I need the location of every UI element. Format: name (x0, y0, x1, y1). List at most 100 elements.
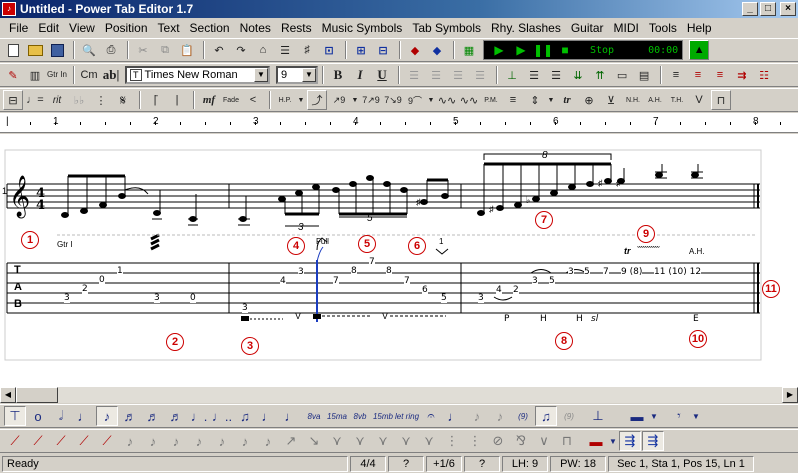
tab-note[interactable]: 9 (8) (621, 268, 643, 277)
downstroke-arrow-button[interactable]: ⊓ (556, 431, 578, 451)
paste-button[interactable]: 📋 (177, 40, 197, 60)
tab-note[interactable]: 1 (117, 267, 123, 276)
slide-up-button[interactable]: ⟋ (4, 431, 26, 451)
tab-note[interactable]: 7 (404, 277, 410, 286)
whole-note-button[interactable]: o (27, 406, 49, 426)
dal-segno-button[interactable]: 𝄋 (113, 90, 133, 110)
print-preview-button[interactable]: 🔍 (79, 40, 99, 60)
cut-button[interactable]: ✂ (133, 40, 153, 60)
slide-in-button[interactable]: ⟋ (27, 431, 49, 451)
slide-out-down-button[interactable]: 9⌒ (405, 90, 425, 110)
menu-text[interactable]: Text (153, 21, 185, 35)
chord-name-button[interactable]: Cm (79, 65, 99, 85)
lines-button[interactable]: ≡ (666, 65, 686, 85)
horizontal-scrollbar[interactable]: ◀ ▶ (0, 387, 798, 403)
double-tremolo-button[interactable]: ⅋ (510, 431, 532, 451)
slide-out-up-button[interactable]: ⟋ (50, 431, 72, 451)
ritardando-button[interactable]: rit (47, 90, 67, 110)
tab-note[interactable]: 4 (280, 277, 286, 286)
guitar-setup-button[interactable]: ☰ (275, 40, 295, 60)
slide-into-button[interactable]: 7↗9 (361, 90, 381, 110)
open-button[interactable] (25, 40, 45, 60)
bold-button[interactable]: B (328, 65, 348, 85)
tie-button[interactable]: ♫ (234, 406, 256, 426)
scroll-right-icon[interactable]: ▶ (782, 387, 798, 403)
8vb-button[interactable]: 8vb (349, 406, 371, 426)
natural-harmonic-button[interactable]: N.H. (623, 90, 643, 110)
tab-note[interactable]: 7 (603, 268, 609, 277)
tab-note[interactable]: 6 (422, 286, 428, 295)
undo-button[interactable]: ↶ (209, 40, 229, 60)
barline-button[interactable]: |̄ (145, 90, 165, 110)
dynamic-button[interactable]: ◆ (427, 40, 447, 60)
palm-mute-button[interactable]: P.M. (481, 90, 501, 110)
align-left-button[interactable]: ☰ (404, 65, 424, 85)
grace-note-button[interactable]: ♪ (466, 406, 488, 426)
tab-note[interactable]: 11 (10) 12 (654, 268, 702, 277)
zoom-button[interactable]: ⊞ (351, 40, 371, 60)
guitar-in-button[interactable]: Gtr In (47, 65, 67, 85)
tab-note[interactable]: 3 (154, 294, 160, 303)
tremolo-bar-button[interactable]: ⋎ (326, 431, 348, 451)
tab-note[interactable]: 3 (298, 268, 304, 277)
box-button[interactable]: ▭ (612, 65, 632, 85)
bar-release-button[interactable]: ⋎ (395, 431, 417, 451)
eighth-note-button[interactable]: ♪ (96, 406, 118, 426)
tab-note[interactable]: 5 (441, 294, 447, 303)
tab-note[interactable]: 3 (64, 294, 70, 303)
font-select[interactable]: T Times New Roman ▼ (125, 66, 271, 84)
double-dotted-button[interactable]: ♩.. (211, 406, 233, 426)
slide-button[interactable]: ↗9 (329, 90, 349, 110)
slide-out-high-button[interactable]: ⟋ (73, 431, 95, 451)
remove-staff-button[interactable]: ☰ (546, 65, 566, 85)
gradual-bend-button[interactable]: ♪ (211, 431, 233, 451)
menu-rests[interactable]: Rests (276, 21, 317, 35)
tempo-button[interactable]: ◆ (405, 40, 425, 60)
hammer-pull-button[interactable]: H.P. (275, 90, 295, 110)
tab-note[interactable]: 7 (369, 258, 375, 267)
delete-line-button[interactable]: ☷ (754, 65, 774, 85)
upstroke-arrow-button[interactable]: ∨ (533, 431, 555, 451)
justify-button[interactable]: ☰ (470, 65, 490, 85)
font-size-select[interactable]: 9 ▼ (276, 66, 319, 84)
64th-note-button[interactable]: ♬ (165, 406, 187, 426)
key-signature-button[interactable]: ♭♭ (69, 90, 89, 110)
release-button[interactable]: ♪ (165, 431, 187, 451)
menu-notes[interactable]: Notes (235, 21, 276, 35)
menu-file[interactable]: File (4, 21, 33, 35)
chevron-down-icon[interactable]: ▼ (649, 406, 659, 426)
move-up-button[interactable]: ⇈ (590, 65, 610, 85)
print-button[interactable]: ⎙ (101, 40, 121, 60)
tapped-harmonic-button[interactable]: T.H. (667, 90, 687, 110)
pause-icon[interactable]: ❚❚ (532, 43, 554, 57)
trill-button[interactable]: tr (557, 90, 577, 110)
play-from-start-icon[interactable]: ▶ (510, 43, 532, 57)
muted-button[interactable]: ♪ (489, 406, 511, 426)
rest-button[interactable]: ⊤ (4, 406, 26, 426)
arpeggio-button[interactable]: ⇕ (525, 90, 545, 110)
tab-note[interactable]: 2 (82, 285, 88, 294)
tied-tab-button[interactable]: (9) (512, 406, 534, 426)
stop-icon[interactable]: ■ (554, 43, 576, 57)
prebend-release-button[interactable]: ♪ (188, 431, 210, 451)
accent-button[interactable]: ⊻ (601, 90, 621, 110)
bend-note-button[interactable]: ♪ (119, 431, 141, 451)
tuning-button[interactable]: ♯ (297, 40, 317, 60)
menu-view[interactable]: View (64, 21, 100, 35)
downstroke-button[interactable]: ⊓ (711, 90, 731, 110)
redo-button[interactable]: ↷ (231, 40, 251, 60)
vibrato-button[interactable]: ∿∿ (437, 90, 457, 110)
bend-button[interactable]: ⤴ (307, 90, 327, 110)
rest-bar-button[interactable]: ⊥ (587, 406, 609, 426)
15ma-button[interactable]: 15ma (326, 406, 348, 426)
tab-note[interactable]: 8 (351, 267, 357, 276)
maximize-button[interactable]: □ (760, 2, 776, 16)
save-button[interactable] (47, 40, 67, 60)
ghost-note-button[interactable]: ♩ (443, 406, 465, 426)
scroll-thumb[interactable] (16, 387, 58, 403)
bend-release-button[interactable]: ♪ (257, 431, 279, 451)
slide-out-button[interactable]: 7↘9 (383, 90, 403, 110)
bar-return-button[interactable]: ⋎ (418, 431, 440, 451)
menu-help[interactable]: Help (682, 21, 717, 35)
tab-note[interactable]: 0 (190, 294, 196, 303)
